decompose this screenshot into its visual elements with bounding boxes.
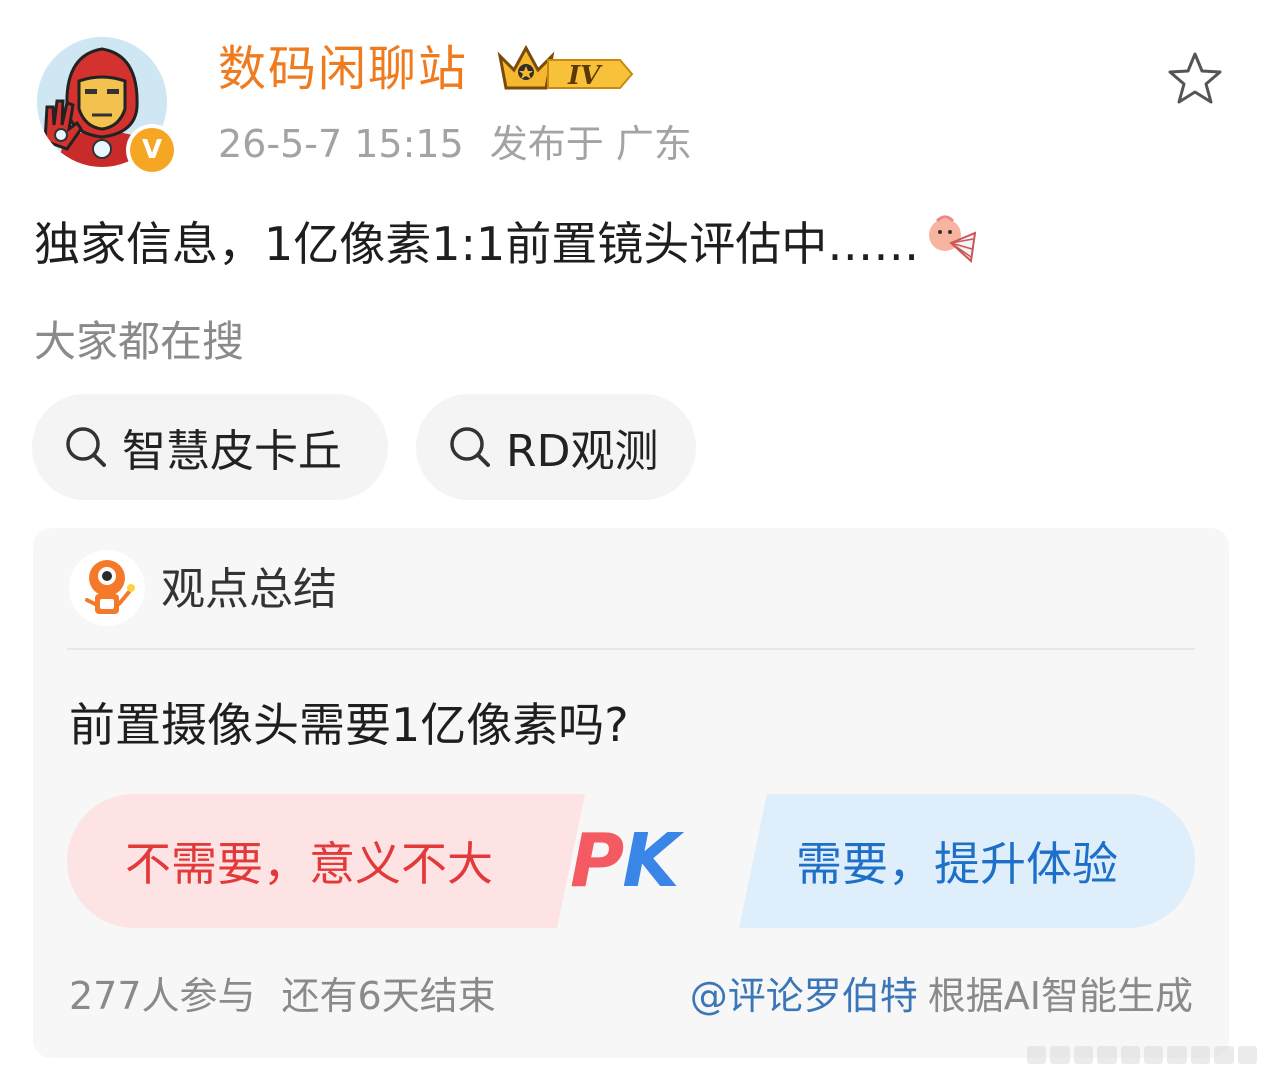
post-content: 独家信息，1亿像素1:1前置镜头评估中…… bbox=[34, 212, 977, 283]
level-crown-icon: IV bbox=[496, 40, 638, 100]
star-outline-icon[interactable] bbox=[1166, 50, 1224, 112]
divider bbox=[67, 648, 1195, 650]
post-timestamp: 26-5-7 15:15 bbox=[218, 122, 464, 166]
post-meta: 26-5-7 15:15 发布于 广东 bbox=[218, 118, 692, 170]
pk-label: PK bbox=[570, 816, 680, 906]
post-location: 发布于 广东 bbox=[489, 122, 692, 166]
username[interactable]: 数码闲聊站 bbox=[218, 38, 468, 100]
poll-stats: 277人参与 还有6天结束 bbox=[69, 968, 496, 1024]
search-chip[interactable]: RD观测 bbox=[416, 394, 696, 500]
search-icon bbox=[446, 423, 494, 471]
vote-yes-button[interactable]: 需要，提升体验 bbox=[757, 794, 1157, 928]
trending-search-label: 大家都在搜 bbox=[34, 317, 245, 366]
search-chip-label: 智慧皮卡丘 bbox=[122, 426, 342, 477]
search-icon bbox=[62, 423, 110, 471]
post-text: 独家信息，1亿像素1:1前置镜头评估中…… bbox=[34, 217, 920, 271]
search-chip-label: RD观测 bbox=[506, 426, 659, 477]
pk-p-letter: P bbox=[570, 818, 624, 904]
vote-no-button[interactable]: 不需要，意义不大 bbox=[109, 794, 509, 928]
ai-generated-note: 根据AI智能生成 bbox=[927, 974, 1193, 1018]
participant-count: 277人参与 bbox=[69, 974, 256, 1018]
pk-k-letter: K bbox=[622, 818, 679, 904]
vote-no-label: 不需要，意义不大 bbox=[125, 837, 493, 891]
poll-end-time: 还有6天结束 bbox=[281, 974, 496, 1018]
verified-badge-icon: V bbox=[126, 124, 178, 176]
poll-question: 前置摄像头需要1亿像素吗? bbox=[69, 698, 629, 752]
card-title: 观点总结 bbox=[161, 564, 337, 615]
vote-yes-label: 需要，提升体验 bbox=[796, 837, 1118, 891]
fan-emoji-icon bbox=[923, 213, 977, 283]
pk-poll: 不需要，意义不大 PK 需要，提升体验 bbox=[67, 794, 1195, 928]
robot-avatar-icon bbox=[67, 548, 147, 632]
watermark bbox=[1027, 1046, 1258, 1064]
opinion-summary-card: 观点总结 前置摄像头需要1亿像素吗? 不需要，意义不大 PK 需要，提升体验 2… bbox=[33, 528, 1229, 1058]
level-text: IV bbox=[567, 61, 603, 91]
ai-attribution: @评论罗伯特 根据AI智能生成 bbox=[690, 968, 1193, 1024]
mention-link[interactable]: @评论罗伯特 bbox=[690, 974, 918, 1018]
search-chip[interactable]: 智慧皮卡丘 bbox=[32, 394, 388, 500]
